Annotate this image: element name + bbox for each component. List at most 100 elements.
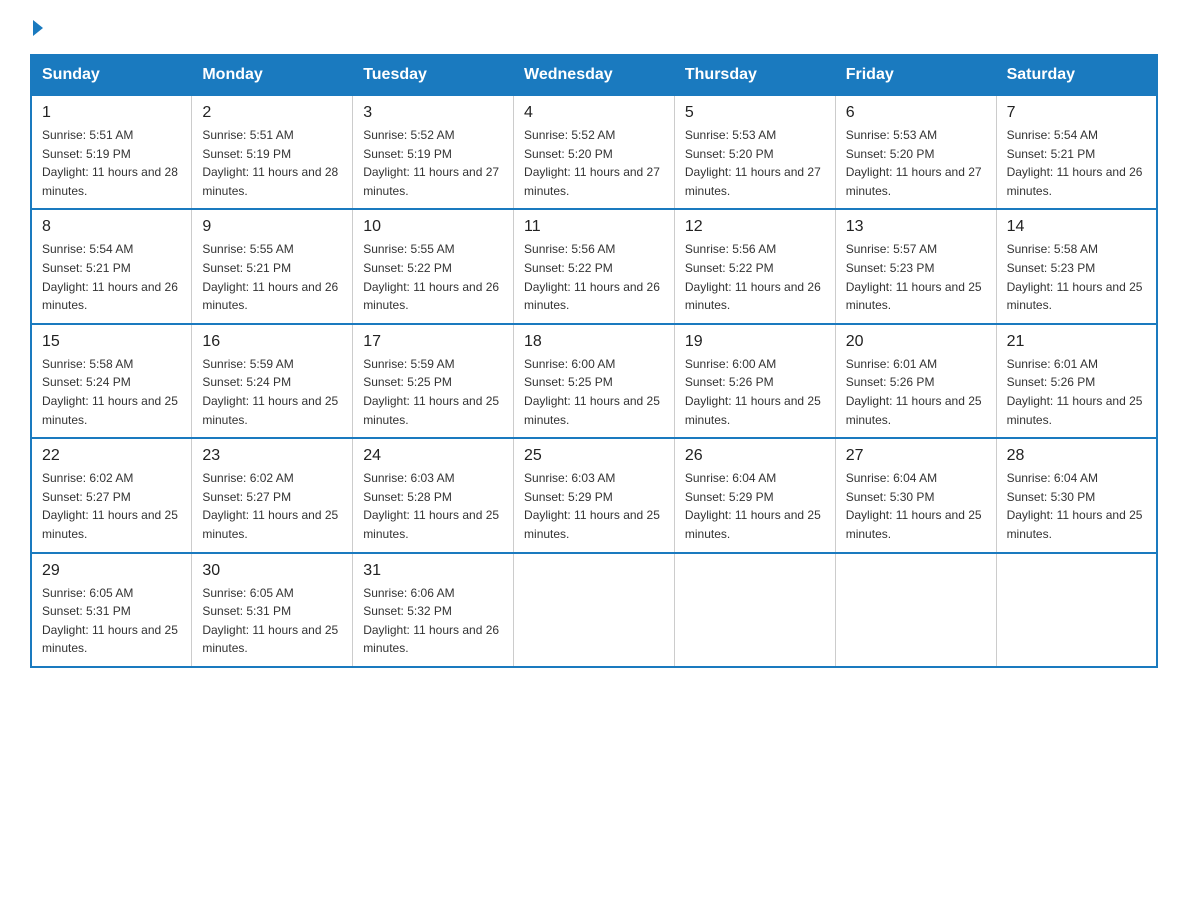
week-row-1: 1 Sunrise: 5:51 AMSunset: 5:19 PMDayligh… (31, 95, 1157, 209)
day-header-friday: Friday (835, 55, 996, 95)
day-number: 17 (363, 333, 503, 351)
page-header (30, 20, 1158, 38)
calendar-cell: 14 Sunrise: 5:58 AMSunset: 5:23 PMDaylig… (996, 209, 1157, 323)
calendar-cell: 8 Sunrise: 5:54 AMSunset: 5:21 PMDayligh… (31, 209, 192, 323)
day-header-wednesday: Wednesday (514, 55, 675, 95)
calendar-cell: 15 Sunrise: 5:58 AMSunset: 5:24 PMDaylig… (31, 324, 192, 438)
day-info: Sunrise: 5:56 AMSunset: 5:22 PMDaylight:… (685, 240, 825, 314)
calendar-cell: 31 Sunrise: 6:06 AMSunset: 5:32 PMDaylig… (353, 553, 514, 667)
calendar-cell (835, 553, 996, 667)
day-number: 19 (685, 333, 825, 351)
calendar-cell: 13 Sunrise: 5:57 AMSunset: 5:23 PMDaylig… (835, 209, 996, 323)
day-header-sunday: Sunday (31, 55, 192, 95)
day-info: Sunrise: 6:03 AMSunset: 5:28 PMDaylight:… (363, 469, 503, 543)
calendar-table: SundayMondayTuesdayWednesdayThursdayFrid… (30, 54, 1158, 668)
day-number: 12 (685, 218, 825, 236)
day-info: Sunrise: 6:04 AMSunset: 5:30 PMDaylight:… (846, 469, 986, 543)
calendar-cell: 18 Sunrise: 6:00 AMSunset: 5:25 PMDaylig… (514, 324, 675, 438)
calendar-cell: 29 Sunrise: 6:05 AMSunset: 5:31 PMDaylig… (31, 553, 192, 667)
calendar-cell: 19 Sunrise: 6:00 AMSunset: 5:26 PMDaylig… (674, 324, 835, 438)
calendar-cell: 26 Sunrise: 6:04 AMSunset: 5:29 PMDaylig… (674, 438, 835, 552)
day-number: 15 (42, 333, 181, 351)
day-info: Sunrise: 6:01 AMSunset: 5:26 PMDaylight:… (1007, 355, 1146, 429)
calendar-cell: 4 Sunrise: 5:52 AMSunset: 5:20 PMDayligh… (514, 95, 675, 209)
calendar-cell (514, 553, 675, 667)
calendar-cell: 24 Sunrise: 6:03 AMSunset: 5:28 PMDaylig… (353, 438, 514, 552)
day-number: 28 (1007, 447, 1146, 465)
day-info: Sunrise: 5:59 AMSunset: 5:24 PMDaylight:… (202, 355, 342, 429)
day-number: 8 (42, 218, 181, 236)
calendar-cell: 27 Sunrise: 6:04 AMSunset: 5:30 PMDaylig… (835, 438, 996, 552)
day-info: Sunrise: 5:58 AMSunset: 5:23 PMDaylight:… (1007, 240, 1146, 314)
day-info: Sunrise: 5:58 AMSunset: 5:24 PMDaylight:… (42, 355, 181, 429)
day-number: 20 (846, 333, 986, 351)
calendar-cell: 10 Sunrise: 5:55 AMSunset: 5:22 PMDaylig… (353, 209, 514, 323)
week-row-3: 15 Sunrise: 5:58 AMSunset: 5:24 PMDaylig… (31, 324, 1157, 438)
day-info: Sunrise: 6:04 AMSunset: 5:29 PMDaylight:… (685, 469, 825, 543)
calendar-cell: 9 Sunrise: 5:55 AMSunset: 5:21 PMDayligh… (192, 209, 353, 323)
day-number: 5 (685, 104, 825, 122)
day-info: Sunrise: 5:56 AMSunset: 5:22 PMDaylight:… (524, 240, 664, 314)
day-info: Sunrise: 5:52 AMSunset: 5:20 PMDaylight:… (524, 126, 664, 200)
day-info: Sunrise: 6:03 AMSunset: 5:29 PMDaylight:… (524, 469, 664, 543)
day-number: 1 (42, 104, 181, 122)
day-number: 14 (1007, 218, 1146, 236)
day-info: Sunrise: 5:51 AMSunset: 5:19 PMDaylight:… (42, 126, 181, 200)
day-number: 9 (202, 218, 342, 236)
calendar-cell: 1 Sunrise: 5:51 AMSunset: 5:19 PMDayligh… (31, 95, 192, 209)
logo-blue-text (30, 20, 43, 38)
day-info: Sunrise: 5:55 AMSunset: 5:21 PMDaylight:… (202, 240, 342, 314)
calendar-cell: 23 Sunrise: 6:02 AMSunset: 5:27 PMDaylig… (192, 438, 353, 552)
day-number: 31 (363, 562, 503, 580)
calendar-cell: 11 Sunrise: 5:56 AMSunset: 5:22 PMDaylig… (514, 209, 675, 323)
day-number: 22 (42, 447, 181, 465)
day-number: 26 (685, 447, 825, 465)
day-number: 11 (524, 218, 664, 236)
day-number: 24 (363, 447, 503, 465)
day-info: Sunrise: 6:00 AMSunset: 5:26 PMDaylight:… (685, 355, 825, 429)
day-number: 2 (202, 104, 342, 122)
day-info: Sunrise: 5:51 AMSunset: 5:19 PMDaylight:… (202, 126, 342, 200)
day-number: 27 (846, 447, 986, 465)
week-row-4: 22 Sunrise: 6:02 AMSunset: 5:27 PMDaylig… (31, 438, 1157, 552)
day-number: 18 (524, 333, 664, 351)
calendar-cell: 16 Sunrise: 5:59 AMSunset: 5:24 PMDaylig… (192, 324, 353, 438)
calendar-cell (674, 553, 835, 667)
calendar-cell: 28 Sunrise: 6:04 AMSunset: 5:30 PMDaylig… (996, 438, 1157, 552)
day-number: 7 (1007, 104, 1146, 122)
day-info: Sunrise: 5:55 AMSunset: 5:22 PMDaylight:… (363, 240, 503, 314)
day-info: Sunrise: 6:02 AMSunset: 5:27 PMDaylight:… (202, 469, 342, 543)
day-info: Sunrise: 6:04 AMSunset: 5:30 PMDaylight:… (1007, 469, 1146, 543)
day-number: 16 (202, 333, 342, 351)
day-header-tuesday: Tuesday (353, 55, 514, 95)
calendar-cell: 3 Sunrise: 5:52 AMSunset: 5:19 PMDayligh… (353, 95, 514, 209)
day-number: 30 (202, 562, 342, 580)
day-header-monday: Monday (192, 55, 353, 95)
calendar-cell: 12 Sunrise: 5:56 AMSunset: 5:22 PMDaylig… (674, 209, 835, 323)
day-header-thursday: Thursday (674, 55, 835, 95)
day-info: Sunrise: 6:02 AMSunset: 5:27 PMDaylight:… (42, 469, 181, 543)
day-info: Sunrise: 5:53 AMSunset: 5:20 PMDaylight:… (846, 126, 986, 200)
calendar-cell: 17 Sunrise: 5:59 AMSunset: 5:25 PMDaylig… (353, 324, 514, 438)
day-number: 25 (524, 447, 664, 465)
day-number: 3 (363, 104, 503, 122)
calendar-cell: 2 Sunrise: 5:51 AMSunset: 5:19 PMDayligh… (192, 95, 353, 209)
day-info: Sunrise: 5:54 AMSunset: 5:21 PMDaylight:… (1007, 126, 1146, 200)
day-number: 6 (846, 104, 986, 122)
day-info: Sunrise: 5:57 AMSunset: 5:23 PMDaylight:… (846, 240, 986, 314)
day-info: Sunrise: 6:00 AMSunset: 5:25 PMDaylight:… (524, 355, 664, 429)
calendar-cell: 30 Sunrise: 6:05 AMSunset: 5:31 PMDaylig… (192, 553, 353, 667)
week-row-5: 29 Sunrise: 6:05 AMSunset: 5:31 PMDaylig… (31, 553, 1157, 667)
day-info: Sunrise: 5:59 AMSunset: 5:25 PMDaylight:… (363, 355, 503, 429)
day-info: Sunrise: 6:01 AMSunset: 5:26 PMDaylight:… (846, 355, 986, 429)
logo (30, 20, 43, 38)
day-info: Sunrise: 5:52 AMSunset: 5:19 PMDaylight:… (363, 126, 503, 200)
week-row-2: 8 Sunrise: 5:54 AMSunset: 5:21 PMDayligh… (31, 209, 1157, 323)
day-number: 10 (363, 218, 503, 236)
calendar-cell (996, 553, 1157, 667)
day-number: 4 (524, 104, 664, 122)
calendar-cell: 25 Sunrise: 6:03 AMSunset: 5:29 PMDaylig… (514, 438, 675, 552)
calendar-cell: 5 Sunrise: 5:53 AMSunset: 5:20 PMDayligh… (674, 95, 835, 209)
calendar-cell: 21 Sunrise: 6:01 AMSunset: 5:26 PMDaylig… (996, 324, 1157, 438)
day-info: Sunrise: 6:05 AMSunset: 5:31 PMDaylight:… (202, 584, 342, 658)
